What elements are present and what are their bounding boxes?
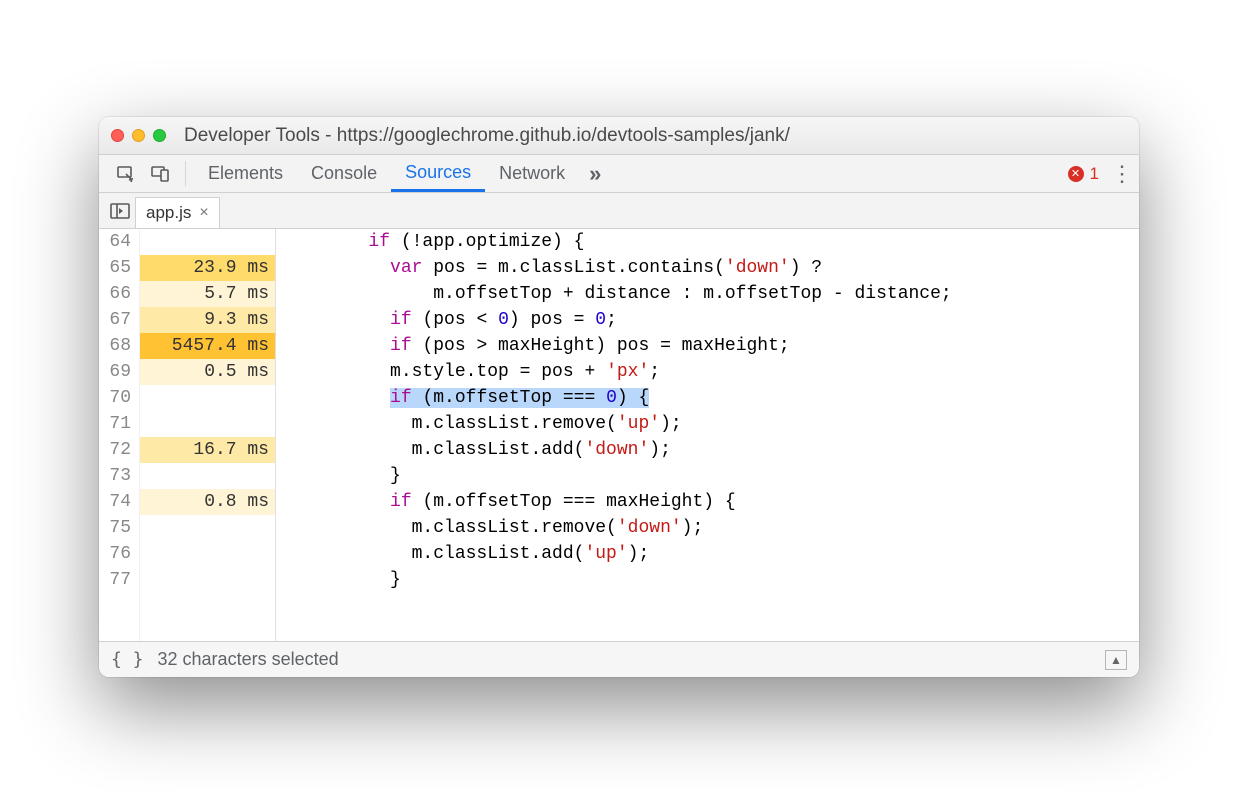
- line-numbers: 6465666768697071727374757677: [99, 229, 139, 641]
- tab-console[interactable]: Console: [297, 155, 391, 192]
- devtools-window: Developer Tools - https://googlechrome.g…: [99, 117, 1139, 677]
- code-line[interactable]: if (m.offsetTop === 0) {: [282, 385, 1139, 411]
- traffic-lights: [111, 129, 166, 142]
- line-timing: 5.7 ms: [140, 281, 275, 307]
- line-number: 72: [103, 437, 131, 463]
- line-number: 75: [103, 515, 131, 541]
- pretty-print-icon[interactable]: { }: [111, 649, 144, 670]
- device-toolbar-icon[interactable]: [143, 155, 177, 192]
- line-timing: 5457.4 ms: [140, 333, 275, 359]
- line-number: 70: [103, 385, 131, 411]
- file-tab-label: app.js: [146, 203, 191, 223]
- code-line[interactable]: m.classList.remove('down');: [282, 515, 1139, 541]
- zoom-window-button[interactable]: [153, 129, 166, 142]
- drawer-toggle-icon[interactable]: ▲: [1105, 650, 1127, 670]
- tab-elements[interactable]: Elements: [194, 155, 297, 192]
- titlebar: Developer Tools - https://googlechrome.g…: [99, 117, 1139, 155]
- code-area[interactable]: if (!app.optimize) { var pos = m.classLi…: [276, 229, 1139, 641]
- code-editor[interactable]: 6465666768697071727374757677 23.9 ms5.7 …: [99, 229, 1139, 641]
- toolbar-divider: [185, 161, 186, 186]
- close-tab-icon[interactable]: ×: [199, 204, 208, 222]
- code-line[interactable]: m.offsetTop + distance : m.offsetTop - d…: [282, 281, 1139, 307]
- line-timing: 9.3 ms: [140, 307, 275, 333]
- file-tab[interactable]: app.js ×: [135, 197, 220, 228]
- code-line[interactable]: }: [282, 463, 1139, 489]
- line-timing: [140, 463, 275, 489]
- line-timing: [140, 411, 275, 437]
- code-line[interactable]: m.classList.remove('up');: [282, 411, 1139, 437]
- close-window-button[interactable]: [111, 129, 124, 142]
- line-number: 68: [103, 333, 131, 359]
- overflow-tabs-button[interactable]: »: [579, 155, 611, 192]
- line-number: 66: [103, 281, 131, 307]
- panel-tabs: ElementsConsoleSourcesNetwork: [194, 155, 579, 192]
- status-bar: { } 32 characters selected ▲: [99, 641, 1139, 677]
- navigator-toggle-icon[interactable]: [105, 193, 135, 228]
- line-number: 64: [103, 229, 131, 255]
- error-count: 1: [1090, 164, 1099, 184]
- code-line[interactable]: if (m.offsetTop === maxHeight) {: [282, 489, 1139, 515]
- code-line[interactable]: if (!app.optimize) {: [282, 229, 1139, 255]
- tab-network[interactable]: Network: [485, 155, 579, 192]
- code-line[interactable]: m.classList.add('up');: [282, 541, 1139, 567]
- line-number: 71: [103, 411, 131, 437]
- file-tab-bar: app.js ×: [99, 193, 1139, 229]
- line-number: 77: [103, 567, 131, 593]
- code-line[interactable]: m.style.top = pos + 'px';: [282, 359, 1139, 385]
- tab-sources[interactable]: Sources: [391, 155, 485, 192]
- devtools-toolbar: ElementsConsoleSourcesNetwork » ✕ 1 ⋮: [99, 155, 1139, 193]
- line-timing: [140, 567, 275, 593]
- line-number: 73: [103, 463, 131, 489]
- window-title: Developer Tools - https://googlechrome.g…: [184, 125, 790, 147]
- gutter: 6465666768697071727374757677 23.9 ms5.7 …: [99, 229, 276, 641]
- line-number: 69: [103, 359, 131, 385]
- line-number: 74: [103, 489, 131, 515]
- line-number: 76: [103, 541, 131, 567]
- line-timing: 0.8 ms: [140, 489, 275, 515]
- line-timing: 16.7 ms: [140, 437, 275, 463]
- inspect-element-icon[interactable]: [109, 155, 143, 192]
- code-line[interactable]: if (pos < 0) pos = 0;: [282, 307, 1139, 333]
- line-timings: 23.9 ms5.7 ms9.3 ms5457.4 ms0.5 ms 16.7 m…: [139, 229, 275, 641]
- error-icon: ✕: [1068, 166, 1084, 182]
- code-line[interactable]: var pos = m.classList.contains('down') ?: [282, 255, 1139, 281]
- line-number: 65: [103, 255, 131, 281]
- line-timing: [140, 541, 275, 567]
- line-timing: [140, 385, 275, 411]
- line-timing: 23.9 ms: [140, 255, 275, 281]
- error-counter[interactable]: ✕ 1: [1068, 155, 1105, 192]
- line-timing: [140, 229, 275, 255]
- line-number: 67: [103, 307, 131, 333]
- line-timing: [140, 515, 275, 541]
- line-timing: 0.5 ms: [140, 359, 275, 385]
- minimize-window-button[interactable]: [132, 129, 145, 142]
- code-line[interactable]: }: [282, 567, 1139, 593]
- code-line[interactable]: m.classList.add('down');: [282, 437, 1139, 463]
- code-line[interactable]: if (pos > maxHeight) pos = maxHeight;: [282, 333, 1139, 359]
- status-text: 32 characters selected: [158, 649, 339, 670]
- kebab-menu-icon[interactable]: ⋮: [1105, 155, 1139, 192]
